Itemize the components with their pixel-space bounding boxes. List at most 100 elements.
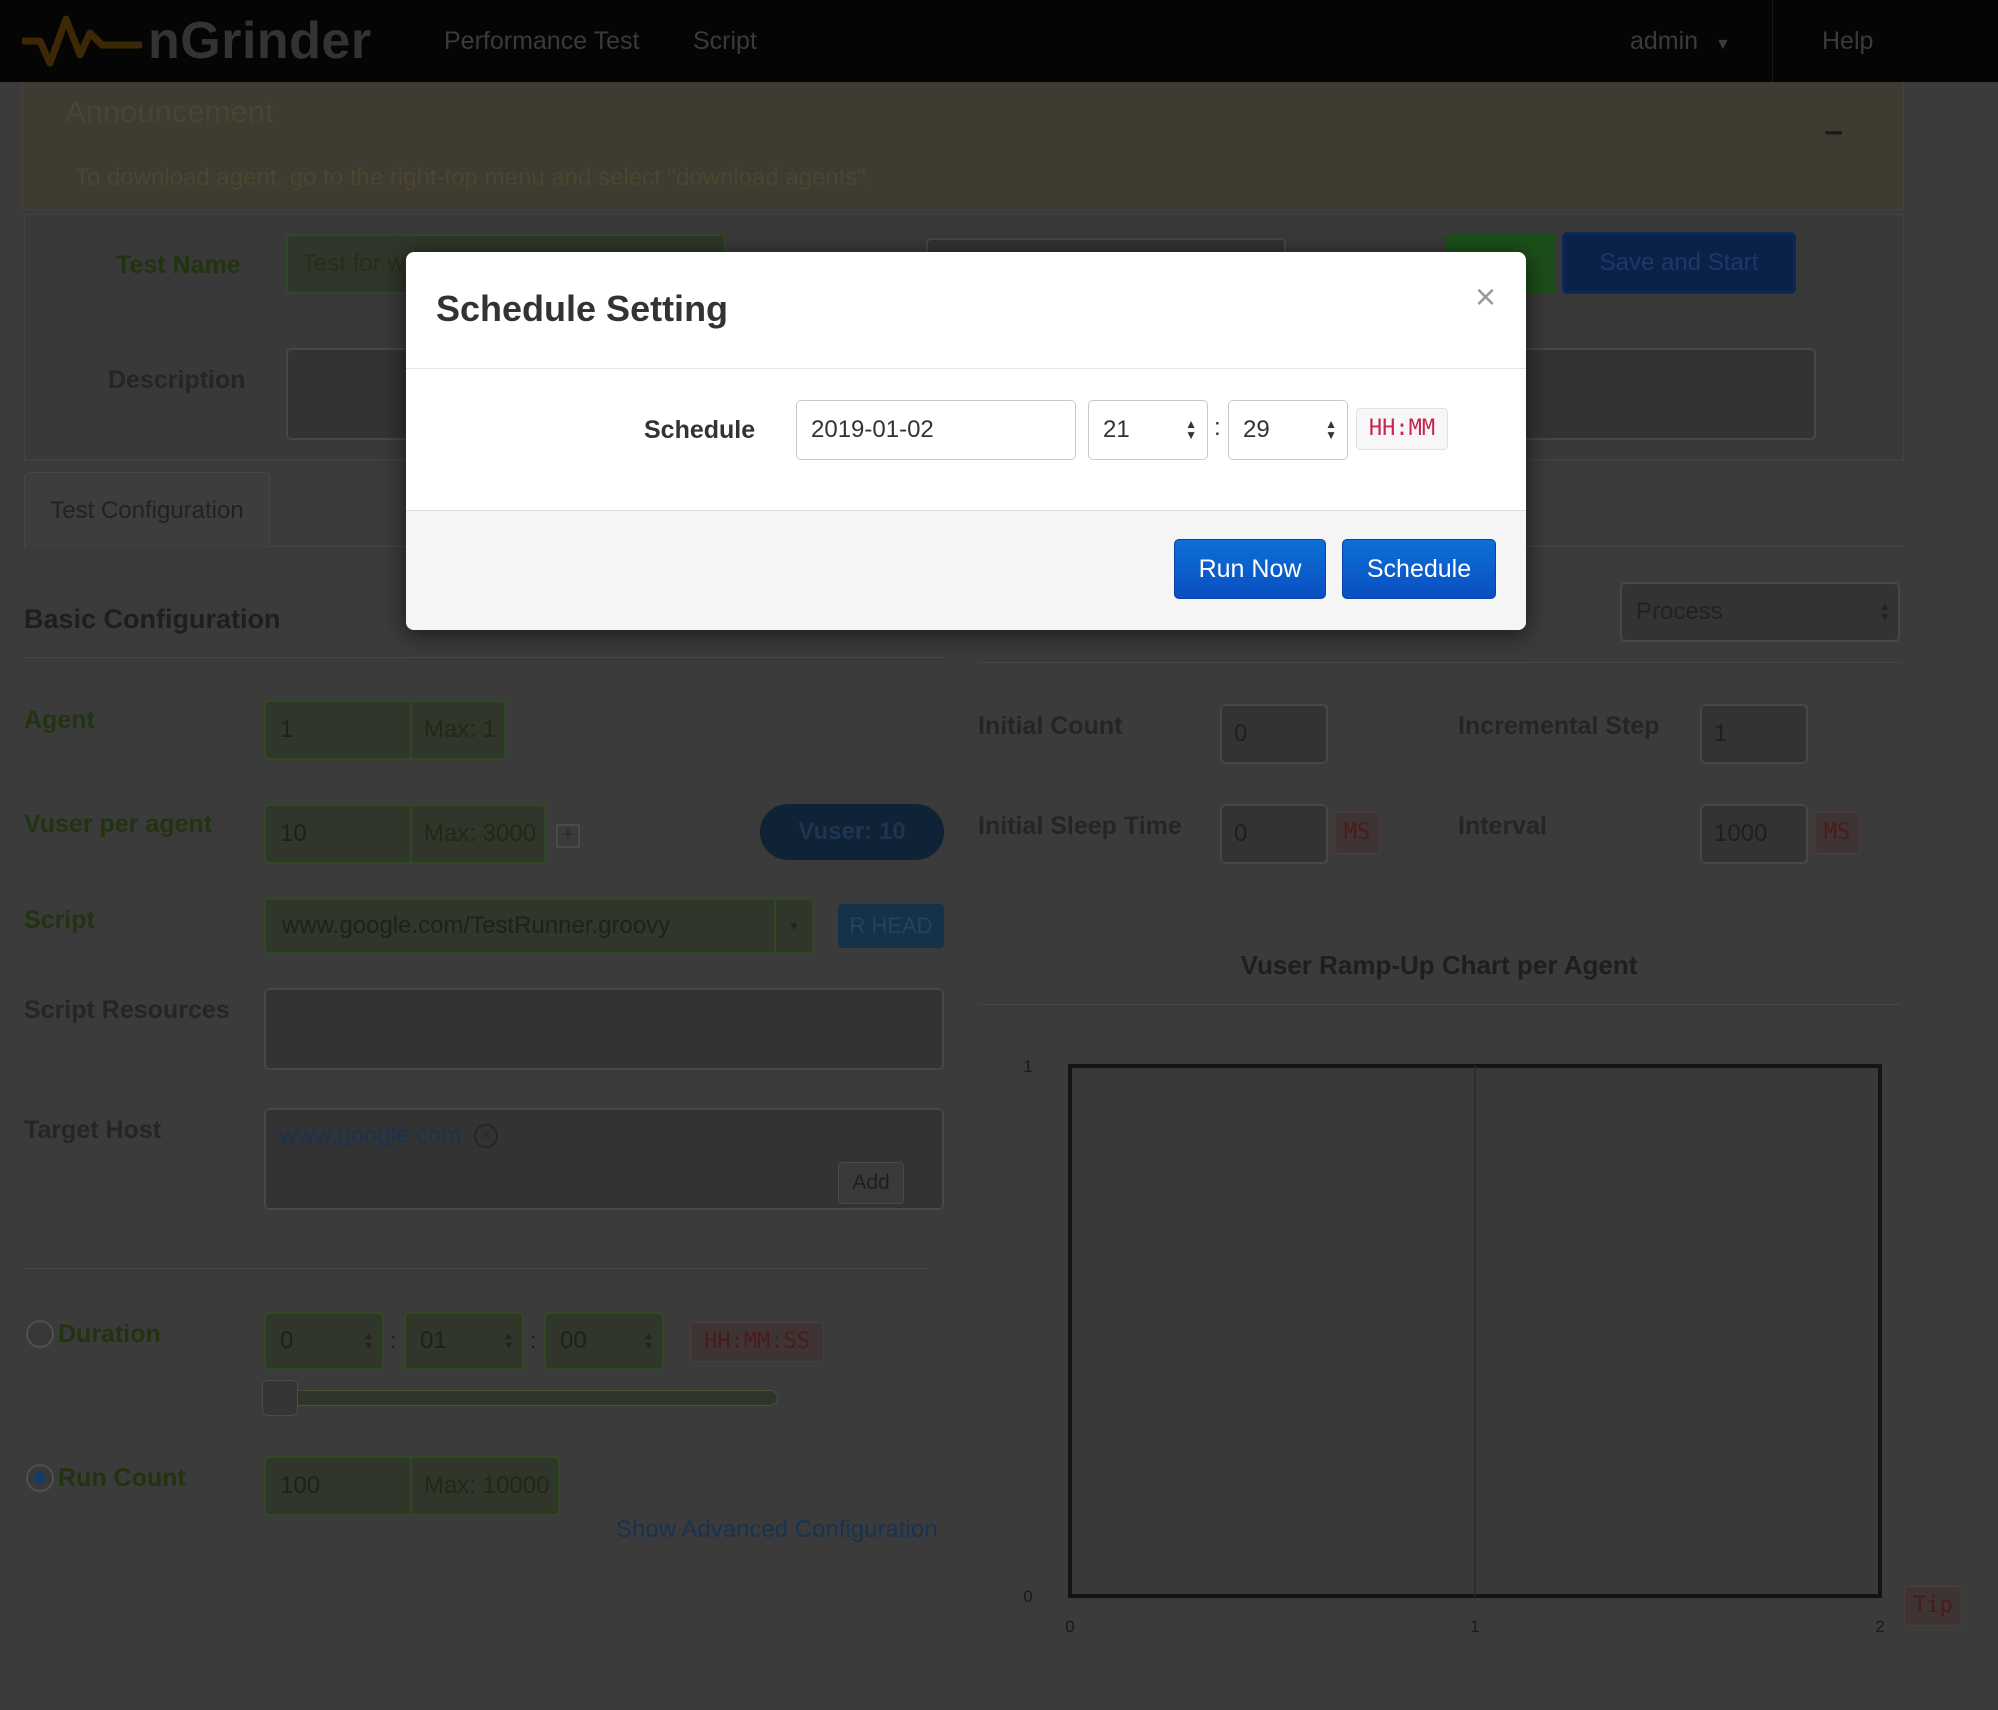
vuser-rampup-chart: 0 1 2 0 1 (1023, 1057, 1884, 1636)
ms-unit-tag: MS (1814, 812, 1860, 854)
run-count-radio[interactable] (26, 1464, 54, 1492)
test-name-label: Test Name (116, 251, 241, 279)
vuser-input[interactable]: 10 (266, 806, 412, 862)
x-tick-label: 2 (1875, 1617, 1884, 1636)
initial-count-label: Initial Count (978, 712, 1123, 740)
stepper-arrows-icon: ▲ ▼ (1185, 417, 1197, 442)
y-tick-label: 0 (1023, 1587, 1032, 1606)
announcement-message: To download agent, go to the right-top m… (75, 164, 873, 191)
schedule-hour-value: 21 (1103, 416, 1130, 443)
caret-down-icon: ▼ (1715, 36, 1731, 53)
script-revision-button[interactable]: R HEAD (838, 904, 944, 948)
ms-unit-tag: MS (1334, 812, 1380, 854)
initial-sleep-time-label: Initial Sleep Time (978, 812, 1182, 840)
schedule-minute-value: 29 (1243, 416, 1270, 443)
user-name: admin (1630, 27, 1699, 55)
vuser-max: Max: 3000 (424, 820, 537, 847)
script-resources-box (264, 988, 944, 1070)
expand-plus-icon[interactable]: + (556, 824, 580, 848)
agent-input-group: 1 Max: 1 (264, 700, 506, 760)
select-arrows-icon: ▲ ▼ (1879, 601, 1890, 623)
target-host-value[interactable]: www.google.com (280, 1122, 461, 1150)
duration-hours-value: 0 (280, 1327, 294, 1354)
vuser-input-group: 10 Max: 3000 (264, 804, 546, 864)
description-label: Description (108, 366, 246, 394)
rampup-type-value: Process (1636, 598, 1723, 625)
schedule-setting-modal: Schedule Setting × Schedule 2019-01-02 2… (406, 252, 1526, 630)
duration-label: Duration (58, 1320, 161, 1348)
add-host-button[interactable]: Add (838, 1162, 904, 1204)
collapse-icon[interactable]: – (1824, 112, 1843, 151)
announcement-panel: Announcement – To download agent, go to … (22, 82, 1904, 210)
x-tick-label: 1 (1470, 1617, 1479, 1636)
script-label: Script (24, 906, 95, 934)
tab-test-configuration[interactable]: Test Configuration (24, 472, 270, 548)
duration-seconds-value: 00 (560, 1327, 587, 1354)
duration-slider-track[interactable] (268, 1390, 778, 1406)
schedule-date-input[interactable]: 2019-01-02 (796, 400, 1076, 460)
duration-format-tag: HH:MM:SS (690, 1322, 824, 1362)
user-menu[interactable]: admin ▼ (1630, 0, 1731, 82)
save-and-start-button[interactable]: Save and Start (1562, 232, 1796, 294)
nav-help[interactable]: Help (1822, 0, 1873, 82)
vuser-value: 10 (280, 820, 307, 847)
announcement-title: Announcement (65, 94, 274, 129)
ngrinder-logo[interactable]: nGrinder (22, 8, 372, 74)
remove-host-icon[interactable]: × (474, 1124, 498, 1148)
time-separator: : (1214, 414, 1221, 441)
time-format-tag: HH:MM (1356, 408, 1448, 450)
agent-label: Agent (24, 706, 95, 734)
duration-minutes-value: 01 (420, 1327, 447, 1354)
duration-minutes-stepper[interactable]: 01 ▲ ▼ (404, 1312, 524, 1370)
schedule-minute-stepper[interactable]: 29 ▲ ▼ (1228, 400, 1348, 460)
show-advanced-configuration-link[interactable]: Show Advanced Configuration (616, 1516, 938, 1544)
initial-sleep-time-input[interactable]: 0 (1220, 804, 1328, 864)
incremental-step-value: 1 (1714, 720, 1728, 747)
run-count-input[interactable]: 100 (266, 1458, 412, 1514)
basic-configuration-title: Basic Configuration (24, 604, 281, 634)
initial-count-input[interactable]: 0 (1220, 704, 1328, 764)
interval-input[interactable]: 1000 (1700, 804, 1808, 864)
interval-value: 1000 (1714, 820, 1768, 847)
agent-max: Max: 1 (424, 716, 497, 743)
schedule-hour-stepper[interactable]: 21 ▲ ▼ (1088, 400, 1208, 460)
incremental-step-label: Incremental Step (1458, 712, 1660, 740)
duration-seconds-stepper[interactable]: 00 ▲ ▼ (544, 1312, 664, 1370)
incremental-step-input[interactable]: 1 (1700, 704, 1808, 764)
duration-slider-handle[interactable] (262, 1380, 298, 1416)
target-host-label: Target Host (24, 1116, 162, 1144)
initial-count-value: 0 (1234, 720, 1248, 747)
nav-performance-test[interactable]: Performance Test (444, 0, 639, 82)
modal-footer: Run Now Schedule (406, 510, 1526, 630)
section-divider (24, 657, 944, 658)
script-select[interactable]: www.google.com/TestRunner.groovy ▼ (264, 898, 814, 954)
duration-hours-stepper[interactable]: 0 ▲ ▼ (264, 1312, 384, 1370)
x-tick-label: 0 (1065, 1617, 1074, 1636)
schedule-button[interactable]: Schedule (1342, 539, 1496, 599)
run-count-label: Run Count (58, 1464, 186, 1492)
modal-header-divider (406, 368, 1526, 369)
vuser-per-agent-label: Vuser per agent (24, 810, 213, 838)
time-separator: : (530, 1328, 537, 1353)
waveform-logo-icon (22, 15, 142, 67)
chevron-down-icon[interactable]: ▼ (774, 900, 812, 952)
agent-input[interactable]: 1 (266, 702, 412, 758)
section-divider-2 (24, 1268, 928, 1269)
close-icon[interactable]: × (1475, 276, 1496, 318)
stepper-arrows-icon: ▲ ▼ (1325, 417, 1337, 442)
run-now-button[interactable]: Run Now (1174, 539, 1326, 599)
script-value: www.google.com/TestRunner.groovy (282, 912, 671, 939)
test-name-value: Test for w (302, 250, 405, 277)
brand-name: nGrinder (148, 12, 372, 70)
rampup-type-select[interactable]: Process ▲ ▼ (1620, 582, 1900, 642)
run-count-value: 100 (280, 1472, 321, 1499)
duration-radio[interactable] (26, 1320, 54, 1348)
stepper-arrows-icon: ▲ ▼ (363, 1330, 374, 1352)
tip-tag[interactable]: Tip (1904, 1586, 1962, 1626)
nav-script[interactable]: Script (693, 0, 757, 82)
modal-title: Schedule Setting (436, 288, 729, 329)
run-count-input-group: 100 Max: 10000 (264, 1456, 560, 1516)
vuser-total-badge: Vuser: 10 (760, 804, 944, 860)
chart-title: Vuser Ramp-Up Chart per Agent (1240, 950, 1638, 980)
schedule-label: Schedule (644, 416, 756, 444)
